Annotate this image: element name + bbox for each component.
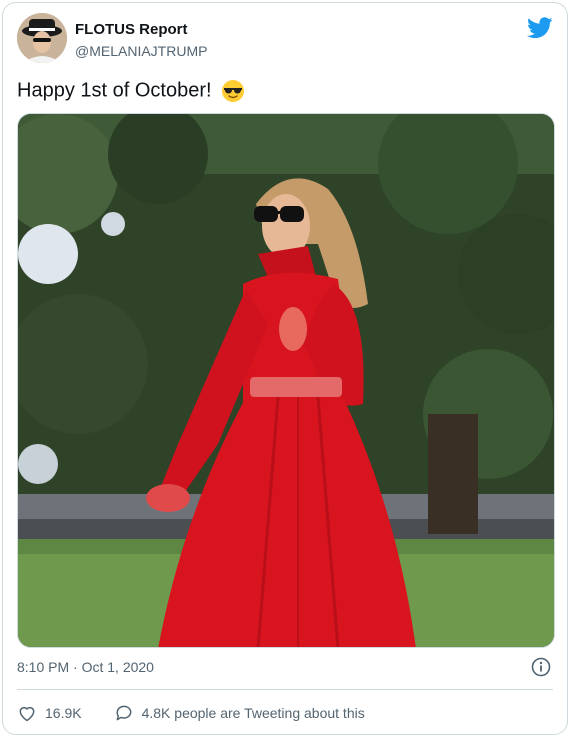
twitter-bird-icon[interactable]	[527, 17, 553, 39]
info-icon[interactable]	[531, 657, 551, 677]
tweet-photo[interactable]	[17, 113, 555, 648]
divider	[17, 689, 553, 690]
author-avatar[interactable]	[17, 13, 67, 63]
author-handle[interactable]: @MELANIAJTRUMP	[75, 43, 207, 59]
tweet-card: FLOTUS Report @MELANIAJTRUMP Happy 1st o…	[2, 2, 568, 735]
tweet-text-content: Happy 1st of October!	[17, 79, 212, 102]
avatar-image	[17, 13, 67, 63]
like-count: 16.9K	[45, 705, 82, 721]
tweet-actions: 16.9K 4.8K people are Tweeting about thi…	[17, 701, 365, 725]
like-button[interactable]: 16.9K	[17, 703, 114, 723]
sunglasses-emoji-icon	[222, 80, 245, 102]
tweeting-about-text: 4.8K people are Tweeting about this	[141, 705, 365, 721]
speech-bubble-icon	[116, 705, 131, 721]
author-name[interactable]: FLOTUS Report	[75, 21, 188, 38]
tweet-timestamp[interactable]: 8:10 PM · Oct 1, 2020	[17, 659, 154, 675]
heart-icon	[19, 706, 35, 722]
tweet-text: Happy 1st of October!	[17, 79, 245, 103]
tweeting-about-link[interactable]: 4.8K people are Tweeting about this	[114, 703, 365, 723]
photo-woman-in-red-coat	[18, 114, 554, 647]
